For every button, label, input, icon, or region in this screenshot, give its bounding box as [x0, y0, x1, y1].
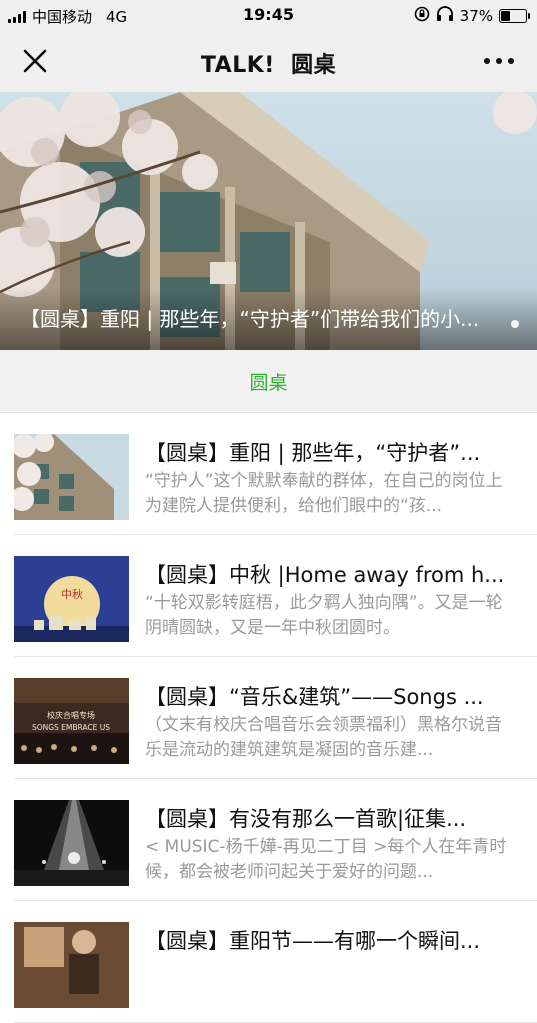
article-thumbnail: [14, 922, 129, 1008]
article-summary: （文末有校庆合唱音乐会领票福利）黑格尔说音乐是流动的建筑建筑是凝固的音乐建...: [145, 715, 502, 760]
article-title: 【圆桌】重阳 | 那些年，“守护者”...: [145, 441, 481, 465]
article-summary: “守护人”这个默默奉献的群体，在自己的岗位上为建院人提供便利，给他们眼中的“孩.…: [145, 471, 503, 516]
article-title: 【圆桌】“音乐&建筑”——Songs ...: [145, 685, 484, 709]
list-item[interactable]: 【圆桌】有没有那么一首歌|征集... < MUSIC-杨千嬅-再见二丁目 >每个…: [14, 779, 537, 901]
article-thumbnail: [14, 434, 129, 520]
article-list: 【圆桌】重阳 | 那些年，“守护者”... “守护人”这个默默奉献的群体，在自己…: [0, 413, 537, 1023]
thumb-caption-bottom: SONGS EMBRACE US: [32, 723, 110, 732]
navigation-bar: TALK! 圆桌: [0, 30, 537, 93]
article-summary: [145, 957, 515, 1007]
list-item[interactable]: 【圆桌】重阳节——有哪一个瞬间...: [14, 901, 537, 1023]
carousel-indicator[interactable]: [511, 320, 519, 328]
article-thumbnail: [14, 800, 129, 886]
thumb-moon-text: 中秋: [61, 587, 83, 601]
featured-banner[interactable]: 【圆桌】重阳 | 那些年，“守护者”们带给我们的小...: [0, 92, 537, 350]
article-thumbnail: 中秋: [14, 556, 129, 642]
list-item[interactable]: 校庆合唱专场 SONGS EMBRACE US 【圆桌】“音乐&建筑”——Son…: [14, 657, 537, 779]
battery-icon: [499, 9, 530, 23]
article-thumbnail: 校庆合唱专场 SONGS EMBRACE US: [14, 678, 129, 764]
article-title: 【圆桌】重阳节——有哪一个瞬间...: [145, 929, 481, 953]
article-title: 【圆桌】有没有那么一首歌|征集...: [145, 807, 467, 831]
article-summary: < MUSIC-杨千嬅-再见二丁目 >每个人在年青时候，都会被老师问起关于爱好的…: [145, 837, 507, 882]
status-right: 37%: [414, 6, 530, 26]
rotation-lock-icon: [414, 6, 430, 26]
banner-caption-overlay: 【圆桌】重阳 | 那些年，“守护者”们带给我们的小...: [0, 288, 537, 350]
list-item[interactable]: 【圆桌】重阳 | 那些年，“守护者”... “守护人”这个默默奉献的群体，在自己…: [14, 413, 537, 535]
thumb-caption-top: 校庆合唱专场: [47, 710, 95, 720]
article-summary: “十轮双影转庭梧，此夕羁人独向隅”。又是一轮阴晴圆缺，又是一年中秋团圆时。: [145, 593, 503, 638]
page-title: TALK! 圆桌: [200, 53, 337, 78]
more-icon[interactable]: [483, 52, 515, 70]
list-item[interactable]: 中秋 【圆桌】中秋 |Home away from h... “十轮双影转庭梧，…: [14, 535, 537, 657]
section-title: 圆桌: [249, 372, 288, 394]
battery-percent: 37%: [459, 7, 493, 25]
headphones-icon: [436, 6, 454, 26]
status-bar: 中国移动 4G 19:45 37%: [0, 0, 537, 30]
section-header: 圆桌: [0, 350, 537, 413]
banner-caption: 【圆桌】重阳 | 那些年，“守护者”们带给我们的小...: [20, 307, 480, 331]
article-title: 【圆桌】中秋 |Home away from h...: [145, 563, 505, 587]
